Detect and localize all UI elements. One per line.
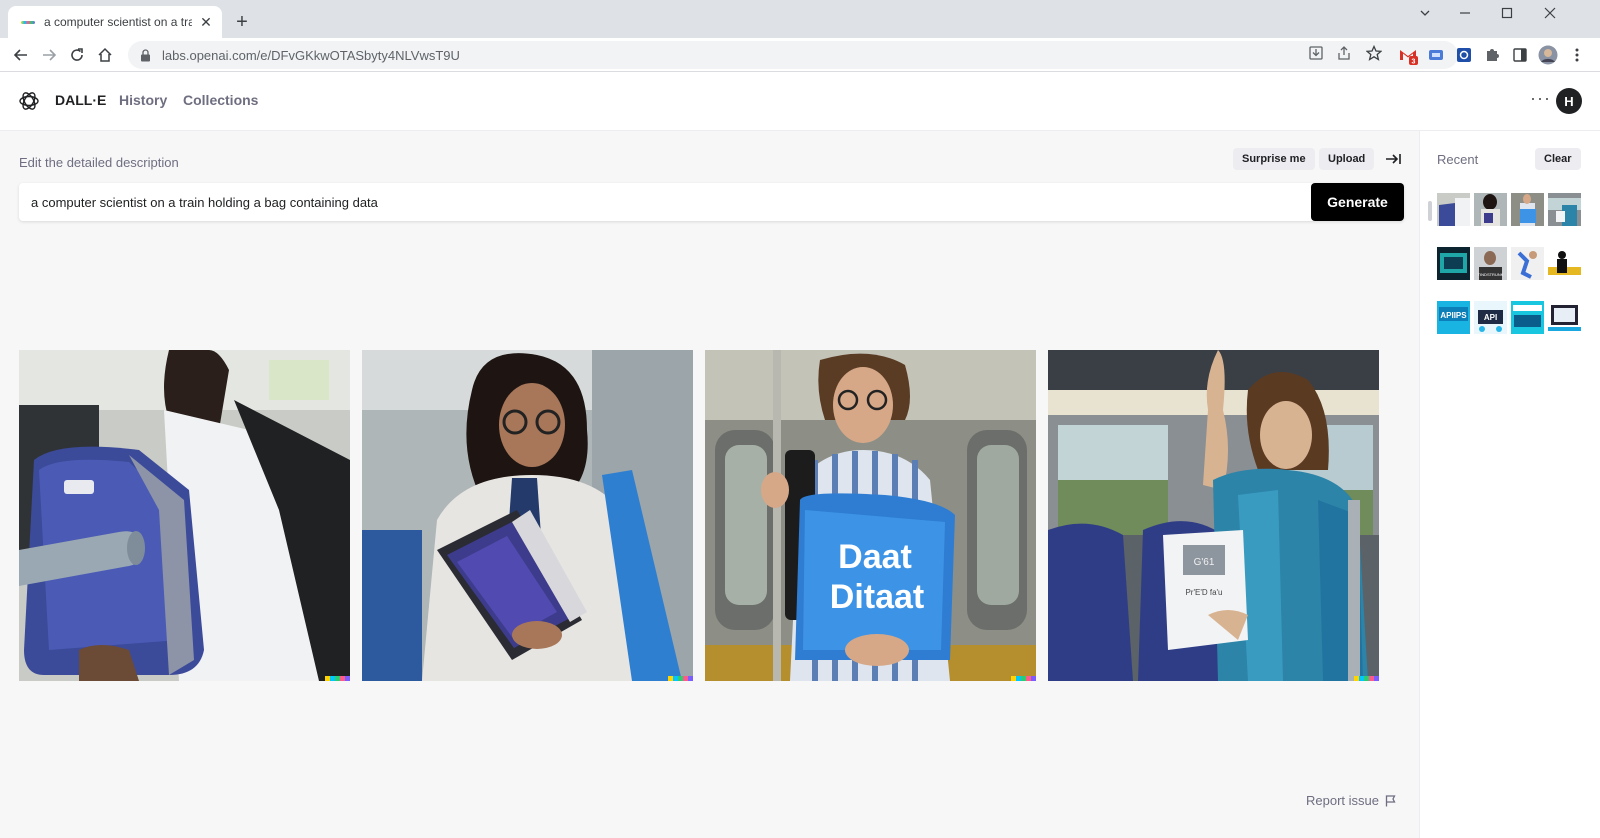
tab-title: a computer scientist on a train holding … [44, 15, 192, 29]
puzzle-icon[interactable] [1482, 45, 1502, 65]
browser-tabstrip: a computer scientist on a train holding … [0, 0, 1600, 38]
recent-thumbnail[interactable]: APIIPS [1437, 301, 1470, 334]
recent-thumbnail[interactable] [1437, 193, 1470, 226]
browser-tab[interactable]: a computer scientist on a train holding … [8, 6, 222, 38]
thumb-text: TINDSTRUNK [1478, 272, 1504, 277]
thumb-text: APIIPS [1440, 311, 1467, 320]
profile-avatar-icon[interactable] [1538, 45, 1558, 65]
recent-thumbnail[interactable] [1511, 247, 1544, 280]
share-icon[interactable] [1334, 43, 1354, 63]
edit-description-label: Edit the detailed description [19, 155, 179, 170]
prompt-input[interactable] [31, 183, 1301, 221]
recent-thumbnail[interactable]: TINDSTRUNK [1474, 247, 1507, 280]
collapse-arrow-icon[interactable] [1384, 150, 1402, 168]
browser-toolbar: labs.openai.com/e/DFvGKkwOTASbyty4NLVwsT… [0, 38, 1600, 72]
bag-text-line-2: Ditaat [830, 578, 924, 616]
bag-text-line-1: G'61 [1194, 557, 1215, 568]
forward-arrow-icon[interactable] [36, 42, 62, 68]
recent-thumbnails: TINDSTRUNK APIIPS API [1437, 193, 1584, 334]
new-tab-button[interactable]: + [230, 10, 254, 34]
recent-thumbnail[interactable]: API [1474, 301, 1507, 334]
recent-thumbnail[interactable] [1437, 247, 1470, 280]
recent-thumbnail[interactable] [1511, 193, 1544, 226]
surprise-me-button[interactable]: Surprise me [1233, 148, 1315, 170]
recent-sidebar: Recent Clear TINDSTRUNK APIIPS API [1419, 131, 1600, 838]
extension-blue-icon[interactable] [1454, 45, 1474, 65]
close-window-icon[interactable] [1530, 4, 1570, 26]
tab-search-icon[interactable] [1405, 4, 1445, 26]
openai-logo-icon[interactable] [18, 90, 40, 112]
generate-button[interactable]: Generate [1311, 183, 1404, 221]
extension-translate-icon[interactable] [1426, 45, 1446, 65]
recent-thumbnail[interactable] [1474, 193, 1507, 226]
recent-thumbnail[interactable] [1511, 301, 1544, 334]
address-bar[interactable]: labs.openai.com/e/DFvGKkwOTASbyty4NLVwsT… [128, 41, 1458, 69]
recent-thumbnail[interactable] [1548, 193, 1581, 226]
report-issue-label: Report issue [1306, 793, 1379, 808]
reload-icon[interactable] [64, 42, 90, 68]
result-image-2[interactable] [362, 350, 693, 681]
kebab-menu-icon[interactable] [1567, 45, 1587, 65]
user-avatar[interactable]: H [1556, 88, 1582, 114]
flag-icon [1385, 794, 1396, 807]
recent-thumbnail[interactable] [1548, 301, 1581, 334]
result-image-3[interactable]: Daat Ditaat [705, 350, 1036, 681]
nav-collections[interactable]: Collections [183, 92, 258, 108]
gmail-badge: 3 [1412, 58, 1416, 65]
lock-icon[interactable] [140, 48, 152, 62]
home-icon[interactable] [92, 42, 118, 68]
prompt-box: Generate [19, 183, 1404, 221]
side-panel-icon[interactable] [1510, 45, 1530, 65]
star-icon[interactable] [1364, 43, 1384, 63]
result-image-3-art: Daat Ditaat [705, 350, 1036, 681]
report-issue-link[interactable]: Report issue [1306, 793, 1396, 808]
nav-history[interactable]: History [119, 92, 167, 108]
bag-text-line-2: Pr'E'D fa'u [1185, 588, 1222, 597]
recent-title: Recent [1437, 152, 1479, 167]
more-options-icon[interactable]: ··· [1530, 88, 1551, 109]
brand-dalle[interactable]: DALL·E [55, 92, 106, 108]
tab-close-icon[interactable]: ✕ [198, 14, 214, 30]
bag-text-line-1: Daat [838, 538, 912, 576]
dalle-signature-mark [1011, 676, 1036, 681]
upload-button[interactable]: Upload [1319, 148, 1375, 170]
dalle-signature-mark [325, 676, 350, 681]
result-image-1[interactable] [19, 350, 350, 681]
result-image-2-art [362, 350, 693, 681]
minimize-icon[interactable] [1445, 4, 1485, 26]
thumb-text: API [1484, 313, 1497, 322]
dalle-signature-mark [668, 676, 693, 681]
main-area: Edit the detailed description Surprise m… [0, 131, 1419, 838]
dalle-signature-mark [1354, 676, 1379, 681]
sidebar-scrollbar[interactable] [1428, 201, 1432, 221]
clear-button[interactable]: Clear [1535, 148, 1581, 170]
recent-thumbnail[interactable] [1548, 247, 1581, 280]
url-text: labs.openai.com/e/DFvGKkwOTASbyty4NLVwsT… [162, 47, 460, 63]
result-image-4-art: G'61 Pr'E'D fa'u [1048, 350, 1379, 681]
result-image-4[interactable]: G'61 Pr'E'D fa'u [1048, 350, 1379, 681]
maximize-icon[interactable] [1487, 4, 1527, 26]
result-image-1-art [19, 350, 350, 681]
install-icon[interactable] [1306, 43, 1326, 63]
app-header: DALL·E History Collections ··· H [0, 72, 1600, 131]
back-arrow-icon[interactable] [8, 42, 34, 68]
dalle-favicon-icon [20, 14, 36, 30]
gmail-icon[interactable]: 3 [1398, 45, 1418, 65]
